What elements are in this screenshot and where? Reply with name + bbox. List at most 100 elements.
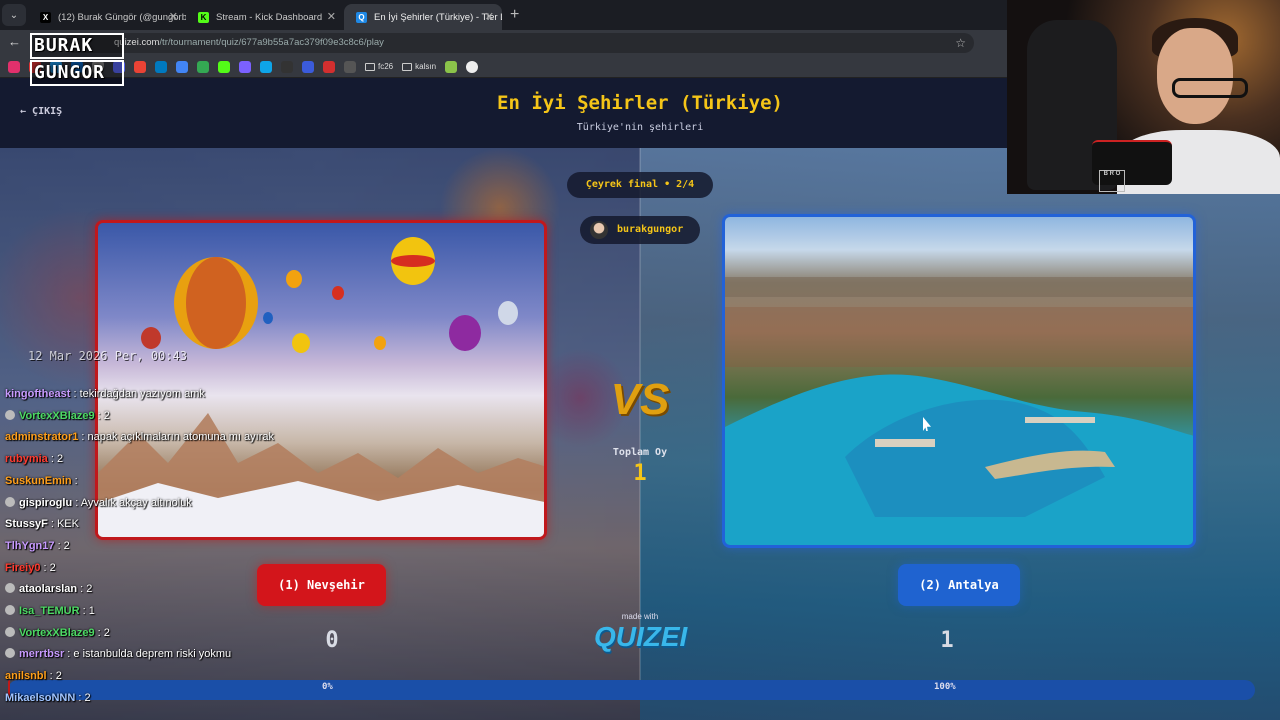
tab-title: En İyi Şehirler (Türkiye) - Tier List, [374, 11, 502, 23]
streamer-logo: BURAK GUNGOR [30, 33, 124, 86]
chat-text: : napak açıklmaların atomuna mı ayırak [78, 431, 275, 444]
chat-text: : 2 [40, 561, 56, 574]
bookmarks-bar: fc26 kalsın [0, 56, 1010, 78]
chat-badge-icon [5, 583, 15, 594]
arrow-icon[interactable] [281, 60, 293, 73]
chat-message: Fireiy0 : 2 [5, 562, 56, 575]
x-favicon-icon: X [40, 12, 51, 23]
chat-message: MikaelsoNNN : 2 [5, 692, 91, 705]
chat-text: : 2 [94, 409, 110, 422]
chat-username: TlhYgn17 [5, 539, 55, 552]
made-with-label: made with [621, 612, 659, 621]
chat-badge-icon [5, 496, 15, 507]
chat-username: anilsnbl [5, 670, 47, 683]
harbor-illustration [725, 277, 1193, 545]
address-bar-row: ← quizei.com/tr/tournament/quiz/677a9b55… [0, 30, 1010, 56]
tab-x[interactable]: X (12) Burak Güngör (@gungorburak ✕ [28, 4, 186, 30]
total-votes-label: Toplam Oy [612, 447, 668, 458]
instagram-icon[interactable] [8, 60, 20, 73]
glasses [1172, 78, 1248, 98]
chat-badge-icon [5, 409, 15, 420]
tab-search-icon[interactable]: ⌄ [2, 4, 26, 26]
chat-username: VortexXBlaze9 [19, 409, 95, 422]
kick-favicon-icon: K [198, 12, 209, 23]
player-badge: burakgungor [580, 216, 700, 244]
balloons-illustration [98, 237, 544, 537]
option-card-left[interactable] [95, 220, 547, 540]
chat-username: Isa_TEMUR [19, 605, 80, 617]
bookmark-folder-fc26[interactable]: fc26 [365, 62, 393, 71]
percent-right: 100% [934, 682, 956, 692]
chat-text: : e istanbulda deprem riski yokmu [64, 648, 232, 661]
chat-message: StussyF : KEK [5, 518, 79, 531]
chat-username: kingoftheast [5, 388, 71, 400]
bookmark-icon[interactable] [344, 60, 356, 73]
chat-username: rubymia [5, 453, 48, 466]
docs-icon[interactable] [176, 60, 188, 73]
gmail-icon[interactable] [134, 60, 146, 73]
bookmark-folder-kalsin[interactable]: kalsın [402, 62, 436, 71]
streamer-face [1157, 28, 1233, 124]
openai-icon[interactable] [466, 60, 479, 73]
quizei-favicon-icon: Q [356, 12, 367, 23]
percent-left: 0% [322, 682, 333, 692]
tab-kick[interactable]: K Stream - Kick Dashboard ✕ [186, 4, 344, 30]
chat-message: SuskunEmin : [5, 475, 78, 488]
chat-message: adminstrator1 : napak açıklmaların atomu… [5, 431, 274, 444]
chat-message: ataolarslan : 2 [5, 583, 92, 596]
globe-icon[interactable] [260, 60, 272, 73]
chat-text: : 2 [54, 539, 70, 552]
chat-text: : KEK [47, 518, 79, 531]
folder-label: fc26 [378, 62, 394, 71]
close-tab-icon[interactable]: ✕ [485, 10, 494, 23]
chat-text: : 2 [77, 583, 93, 596]
chat-username: VortexXBlaze9 [19, 626, 95, 639]
webcam-overlay: B R O [1007, 0, 1280, 194]
stream-timestamp: 12 Mar 2026 Per, 00:43 [28, 349, 187, 363]
vs-emblem: VS [610, 375, 670, 424]
vote-count-left: 0 [325, 628, 339, 653]
chat-message: VortexXBlaze9 : 2 [5, 626, 110, 640]
close-tab-icon[interactable]: ✕ [327, 10, 336, 23]
chat-message: Isa_TEMUR : 1 [5, 605, 95, 618]
chat-username: MikaelsoNNN [5, 691, 76, 704]
bookmark-star-icon[interactable]: ☆ [955, 33, 966, 53]
vote-button-left[interactable]: (1) Nevşehir [257, 564, 386, 606]
new-tab-button[interactable]: + [510, 6, 519, 24]
round-badge: Çeyrek final • 2/4 [567, 172, 713, 198]
chat-username: ataolarslan [19, 583, 78, 596]
chat-badge-icon [5, 605, 15, 615]
option-card-right[interactable] [722, 214, 1196, 548]
folder-label: kalsın [415, 62, 437, 71]
bookmark-icon[interactable] [445, 60, 458, 73]
chat-message: rubymia : 2 [5, 453, 63, 466]
bookmark-icon[interactable] [239, 60, 251, 73]
trello-icon[interactable] [155, 60, 167, 73]
chat-message: anilsnbl : 2 [5, 670, 62, 683]
url-field[interactable]: quizei.com/tr/tournament/quiz/677a9b55a7… [64, 33, 974, 53]
chat-message: merrtbsr : e istanbulda deprem riski yok… [5, 648, 231, 661]
drive-icon[interactable] [197, 60, 209, 73]
tab-title: Stream - Kick Dashboard [216, 11, 323, 23]
folder-icon [402, 62, 413, 71]
back-arrow-icon[interactable]: ← [8, 34, 21, 49]
vote-progress-bar [8, 680, 1255, 700]
player-username: burakgungor [617, 224, 684, 235]
tab-quizei[interactable]: Q En İyi Şehirler (Türkiye) - Tier List,… [344, 4, 502, 30]
chat-text: : 2 [47, 453, 64, 466]
cam-stamp: B R O [1099, 170, 1125, 192]
chat-message: gispiroglu : Ayvalık akçay altınoluk [5, 496, 192, 510]
chat-username: gispiroglu [19, 496, 73, 509]
avatar [590, 221, 608, 239]
v-icon[interactable] [323, 60, 335, 73]
chat-badge-icon [5, 626, 15, 637]
vote-count-right: 1 [940, 628, 954, 653]
tab-title: (12) Burak Güngör (@gungorburak [58, 11, 186, 23]
chat-username: adminstrator1 [5, 431, 79, 444]
close-tab-icon[interactable]: ✕ [169, 10, 178, 23]
vote-button-right[interactable]: (2) Antalya [898, 564, 1020, 606]
kick-icon[interactable] [218, 60, 230, 73]
quizei-logo[interactable]: QUIZEI [594, 621, 687, 653]
shield-icon[interactable] [302, 60, 314, 73]
chat-text: : 2 [94, 626, 110, 639]
